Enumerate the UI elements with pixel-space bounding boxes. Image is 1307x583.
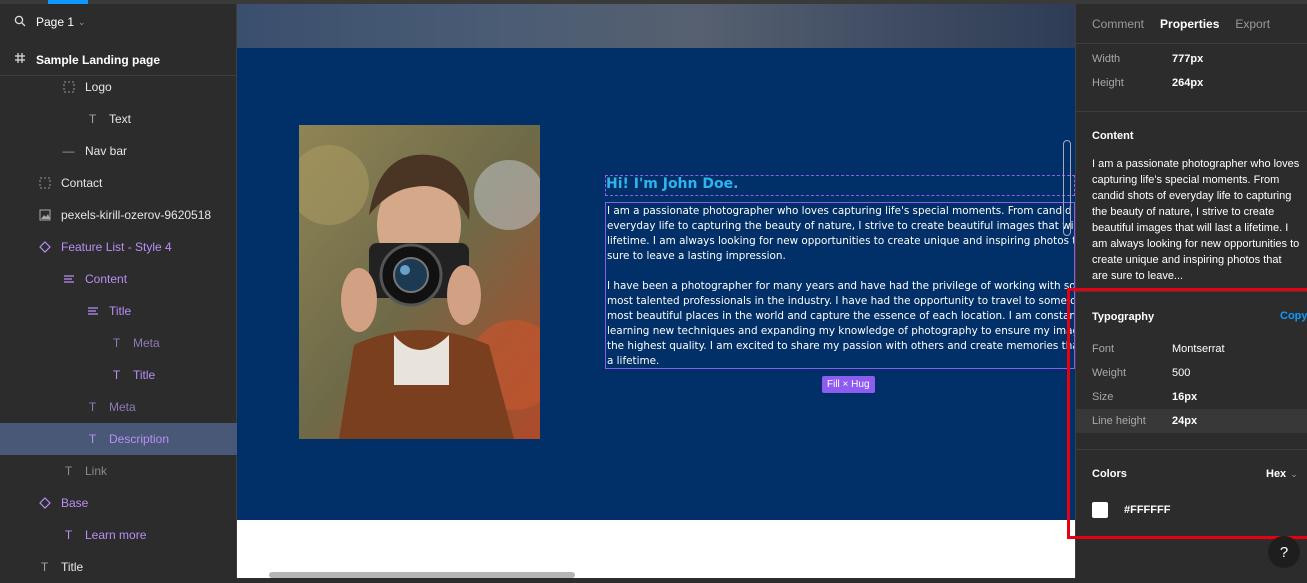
layer-label: Title [133, 368, 156, 382]
layer-label: Learn more [85, 528, 147, 542]
horizontal-scrollbar[interactable] [269, 572, 575, 578]
hero-image-strip [237, 4, 1075, 48]
layer-meta[interactable]: T Meta [0, 327, 237, 359]
layer-label: Nav bar [85, 144, 128, 158]
text-icon: T [64, 464, 73, 478]
layer-title-group[interactable]: Title [0, 295, 237, 327]
help-button[interactable]: ? [1268, 536, 1300, 568]
text-icon: T [88, 432, 97, 446]
layer-label: Title [109, 304, 132, 318]
tab-comment[interactable]: Comment [1092, 17, 1144, 31]
text-icon: T [40, 560, 49, 574]
layer-title-text[interactable]: T Title [0, 359, 237, 391]
search-icon[interactable] [14, 15, 26, 30]
layer-label: Base [61, 496, 89, 510]
text-icon: T [88, 112, 97, 126]
height-label: Height [1092, 77, 1124, 89]
layer-learn-more[interactable]: T Learn more [0, 519, 237, 551]
text-icon: T [112, 336, 121, 350]
layer-description[interactable]: T Description [0, 423, 237, 455]
layer-title-bottom[interactable]: T Title [0, 551, 237, 583]
layer-label: Meta [133, 336, 160, 350]
layer-nav-bar[interactable]: — Nav bar [0, 135, 237, 167]
description-selection[interactable]: I am a passionate photographer who loves… [605, 202, 1075, 369]
layer-meta-2[interactable]: T Meta [0, 391, 237, 423]
dashed-frame-icon [38, 177, 51, 190]
layer-contact[interactable]: Contact [0, 167, 237, 199]
page-selector-label[interactable]: Page 1 [36, 15, 74, 29]
dashed-frame-icon [62, 81, 75, 94]
tab-export[interactable]: Export [1235, 17, 1270, 31]
frame-hash-icon [14, 52, 26, 67]
vertical-resize-handle[interactable] [1063, 140, 1071, 236]
description-text[interactable]: I am a passionate photographer who loves… [607, 204, 1074, 368]
layer-logo[interactable]: Logo [0, 71, 237, 103]
layer-label: Contact [61, 176, 103, 190]
layer-label: Logo [85, 80, 112, 94]
text-icon: T [112, 368, 121, 382]
white-section [237, 520, 1075, 578]
layer-content[interactable]: Content [0, 263, 237, 295]
component-instance-icon [38, 241, 51, 254]
layer-label: Text [109, 112, 132, 126]
layer-label: Meta [109, 400, 136, 414]
layer-link[interactable]: T Link [0, 455, 237, 487]
annotation-highlight-box [1067, 288, 1307, 539]
image-icon [38, 209, 51, 222]
layer-label: pexels-kirill-ozerov-9620518 [61, 208, 212, 222]
width-label: Width [1092, 53, 1121, 65]
layer-image[interactable]: pexels-kirill-ozerov-9620518 [0, 199, 237, 231]
chevron-down-icon[interactable]: ⌄ [78, 17, 86, 28]
divider [1076, 111, 1307, 112]
line-icon: — [62, 144, 75, 158]
width-row: Width 777px [1092, 49, 1292, 69]
content-text[interactable]: I am a passionate photographer who loves… [1092, 156, 1300, 284]
autolayout-icon [86, 305, 99, 318]
layers-panel: Page 1 ⌄ Sample Landing page Logo T Text… [0, 4, 237, 578]
layer-label: Description [109, 432, 170, 446]
layer-text[interactable]: T Text [0, 103, 237, 135]
page-selector[interactable]: Page 1 ⌄ [0, 4, 237, 40]
height-row: Height 264px [1092, 73, 1292, 93]
layer-label: Content [85, 272, 128, 286]
frame-label: Sample Landing page [36, 52, 161, 67]
panel-tabs: Comment Properties Export [1076, 4, 1307, 44]
content-section-title: Content [1092, 130, 1134, 142]
heading-hover-outline [605, 175, 1075, 196]
component-instance-icon [38, 497, 51, 510]
autolayout-icon [62, 273, 75, 286]
layer-feature-list[interactable]: Feature List - Style 4 [0, 231, 237, 263]
text-icon: T [88, 400, 97, 414]
design-canvas[interactable]: Hi! I'm John Doe. I am a passionate phot… [237, 4, 1075, 578]
height-value[interactable]: 264px [1172, 77, 1203, 89]
photographer-image[interactable] [299, 125, 540, 439]
layer-label: Feature List - Style 4 [61, 240, 172, 254]
text-icon: T [64, 528, 73, 542]
layer-label: Title [61, 560, 84, 574]
tab-properties[interactable]: Properties [1160, 17, 1219, 31]
layer-base[interactable]: Base [0, 487, 237, 519]
width-value[interactable]: 777px [1172, 53, 1203, 65]
layer-label: Link [85, 464, 108, 478]
size-badge: Fill × Hug [822, 376, 875, 393]
